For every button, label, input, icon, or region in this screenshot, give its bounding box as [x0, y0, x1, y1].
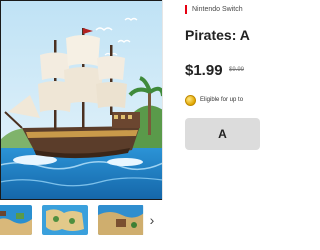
thumbnail-1[interactable]: [0, 205, 32, 235]
gold-coin-icon: [185, 95, 196, 106]
original-price: $9.99: [229, 67, 245, 73]
sale-price: $1.99: [185, 62, 223, 79]
platform-label: Nintendo Switch: [185, 5, 243, 14]
product-info: Nintendo Switch Pirates: A $1.99 $9.99 E…: [181, 0, 260, 250]
hero-image: [0, 0, 163, 200]
thumbnail-3[interactable]: [98, 205, 144, 235]
add-to-cart-button[interactable]: A: [185, 118, 260, 150]
thumbnail-strip: ›: [0, 205, 163, 235]
chevron-right-icon[interactable]: ›: [143, 205, 161, 235]
product-title: Pirates: A: [185, 27, 250, 43]
thumbnail-2[interactable]: [42, 205, 88, 235]
points-text: Eligible for up to: [200, 97, 244, 103]
cta-label: A: [218, 127, 227, 141]
